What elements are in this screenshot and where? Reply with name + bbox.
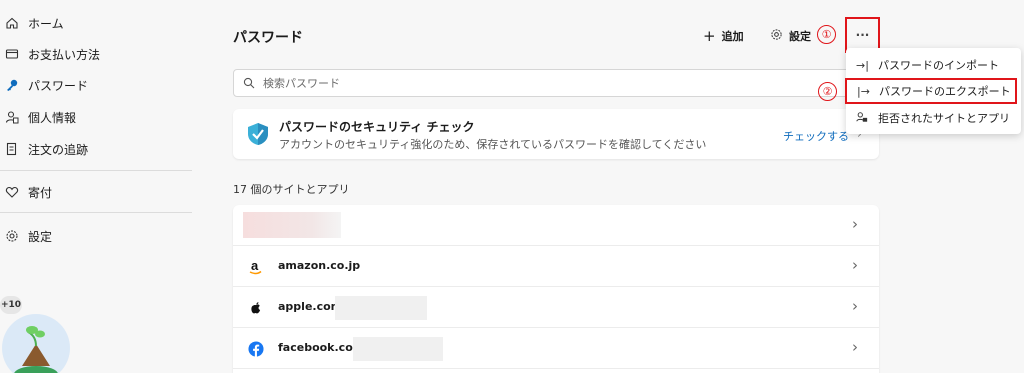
security-check-subtitle: アカウントのセキュリティ強化のため、保存されているパスワードを確認してください [279,138,707,151]
sidebar: ホーム お支払い方法 パスワード 個人情報 注文の追跡 寄付 設定 +10 [0,0,192,373]
import-icon: →| [856,58,869,72]
sidebar-item-label: 寄付 [28,185,53,200]
site-count-label: 17 個のサイトとアプリ [233,183,350,196]
person-icon [4,109,20,125]
site-name: amazon.co.jp [278,259,361,272]
page-title: パスワード [233,30,303,46]
password-list: › a amazon.co.jp › apple.com › facebook.… [233,205,879,373]
sidebar-item-label: パスワード [28,78,89,93]
sidebar-item-home[interactable]: ホーム [4,10,190,36]
list-item[interactable]: › [233,205,879,246]
settings-button[interactable]: 設定 [770,25,811,47]
menu-item-import[interactable]: →| パスワードのインポート [846,52,1021,78]
search-icon [243,77,255,89]
sidebar-item-settings[interactable]: 設定 [4,223,190,249]
menu-item-label: 拒否されたサイトとアプリ [878,112,1010,125]
site-name: apple.com [278,300,343,313]
annotation-step-1: ① [817,25,836,44]
sidebar-item-order-tracking[interactable]: 注文の追跡 [4,136,190,162]
sidebar-item-personal-info[interactable]: 個人情報 [4,104,190,130]
search-input[interactable]: 検索パスワード [233,69,858,97]
plant-illustration[interactable] [2,314,70,373]
sidebar-item-label: お支払い方法 [28,47,101,62]
blurred-username [353,337,443,361]
list-item[interactable]: apple.com › [233,287,879,328]
chevron-right-icon: › [852,256,858,274]
chevron-right-icon: › [852,338,858,356]
shield-icon [248,123,268,145]
security-check-title: パスワードのセキュリティ チェック [279,120,475,134]
home-icon [4,15,20,31]
list-item[interactable]: facebook.com › [233,328,879,369]
blocked-key-icon [856,111,872,126]
check-link[interactable]: チェックする [783,128,849,144]
menu-item-export[interactable]: |→ パスワードのエクスポート [845,78,1017,104]
list-item[interactable]: a amazon.co.jp › [233,246,879,287]
svg-text:a: a [251,258,259,273]
chevron-right-icon: › [852,297,858,315]
sidebar-item-passwords[interactable]: パスワード [4,72,190,98]
sidebar-item-label: 個人情報 [28,110,77,125]
more-options-menu: →| パスワードのインポート |→ パスワードのエクスポート 拒否されたサイトと… [845,48,1021,134]
sidebar-item-label: 設定 [28,229,53,244]
plus-icon: + [703,27,716,45]
export-icon: |→ [857,84,870,98]
facebook-icon [247,340,264,357]
sidebar-item-payment[interactable]: お支払い方法 [4,41,190,67]
settings-button-label: 設定 [789,30,811,43]
gear-icon [770,27,783,45]
chevron-right-icon: › [852,215,858,233]
key-icon [4,77,20,93]
annotation-step-2: ② [818,82,837,101]
card-icon [4,46,20,62]
sidebar-item-label: 注文の追跡 [28,142,89,157]
blurred-entry [243,212,341,238]
blurred-username [335,296,427,320]
menu-item-label: パスワードのインポート [878,59,999,72]
menu-item-blocked-sites[interactable]: 拒否されたサイトとアプリ [846,105,1021,131]
heart-icon [4,184,20,200]
sidebar-divider [0,170,192,171]
gear-icon [4,228,20,244]
rewards-badge[interactable]: +10 [0,296,22,314]
receipt-icon [4,141,20,157]
sidebar-item-label: ホーム [28,16,64,31]
menu-item-label: パスワードのエクスポート [879,85,1011,98]
amazon-icon: a [247,258,264,275]
site-name: facebook.com [278,341,365,354]
security-check-card[interactable]: パスワードのセキュリティ チェック アカウントのセキュリティ強化のため、保存され… [233,109,879,159]
apple-icon [247,299,264,316]
sidebar-item-donation[interactable]: 寄付 [4,179,190,205]
add-button[interactable]: + 追加 [703,25,744,47]
search-placeholder: 検索パスワード [263,77,340,90]
sidebar-divider [0,212,192,213]
add-button-label: 追加 [721,30,744,43]
